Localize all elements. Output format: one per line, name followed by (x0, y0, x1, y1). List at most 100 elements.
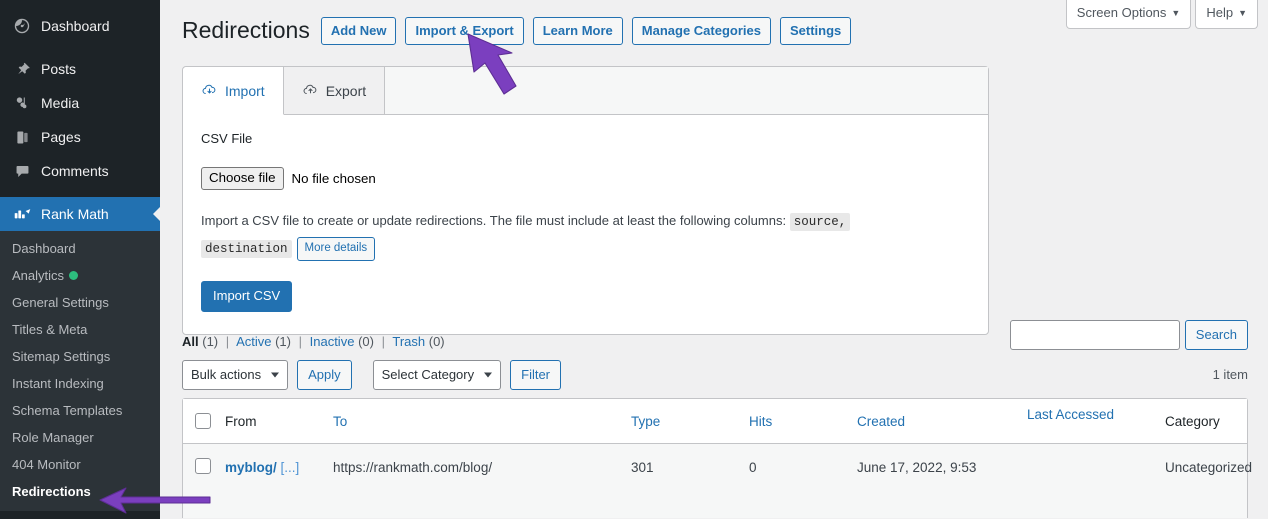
submenu-label: Titles & Meta (12, 322, 88, 337)
sidebar-item-comments[interactable]: Comments (0, 154, 160, 188)
cell-category: Uncategorized (1165, 460, 1253, 475)
main-content: Screen Options ▼ Help ▼ Redirections Add N… (160, 0, 1268, 519)
submenu-label: Schema Templates (12, 403, 123, 418)
manage-categories-button[interactable]: Manage Categories (631, 16, 771, 45)
sidebar-item-label: Posts (41, 61, 77, 77)
status-link-active[interactable]: Active (236, 334, 271, 349)
column-label: Hits (749, 413, 773, 429)
row-checkbox[interactable] (194, 458, 211, 474)
select-all-checkbox[interactable] (194, 413, 211, 429)
search-input[interactable] (1009, 320, 1180, 350)
sidebar-item-label: Rank Math (41, 206, 109, 222)
help-text-body: Import a CSV file to create or update re… (201, 213, 787, 228)
status-separator: | (381, 334, 385, 349)
column-header-created[interactable]: Created (851, 412, 1021, 431)
csv-file-label: CSV File (201, 131, 253, 146)
app-root: Dashboard Posts Media Pages Comments Ran… (0, 0, 1268, 519)
chevron-down-icon: ▼ (1171, 8, 1181, 18)
column-header-last-accessed[interactable]: Last Accessed (1021, 407, 1159, 431)
screen-options-button[interactable]: Screen Options ▼ (1065, 0, 1192, 29)
import-csv-button[interactable]: Import CSV (201, 281, 293, 312)
sidebar-item-sitemap-settings[interactable]: Sitemap Settings (0, 343, 160, 370)
page-header: Redirections Add New Import & Export Lea… (182, 16, 860, 45)
sidebar-item-analytics[interactable]: Analytics (0, 262, 160, 289)
column-label: Category (1165, 413, 1220, 429)
table-navigation: Bulk actions Apply Select Category Filte… (182, 360, 562, 390)
search-button[interactable]: Search (1184, 320, 1248, 350)
tab-import[interactable]: Import (183, 67, 284, 115)
page-title: Redirections (182, 17, 310, 43)
apply-button[interactable]: Apply (297, 360, 352, 390)
cloud-upload-icon (302, 82, 319, 99)
row-checkbox-cell[interactable] (183, 458, 219, 474)
submenu-label: Role Manager (12, 430, 94, 445)
column-label: Last Accessed (1027, 406, 1115, 422)
sidebar-item-titles-meta[interactable]: Titles & Meta (0, 316, 160, 343)
learn-more-button[interactable]: Learn More (532, 16, 623, 45)
sidebar-item-404-monitor[interactable]: 404 Monitor (0, 451, 160, 478)
sidebar-item-posts[interactable]: Posts (0, 52, 160, 86)
status-link-inactive[interactable]: Inactive (310, 334, 355, 349)
column-header-hits[interactable]: Hits (743, 412, 851, 431)
sidebar-item-role-manager[interactable]: Role Manager (0, 424, 160, 451)
tab-label: Export (325, 82, 367, 99)
help-button[interactable]: Help ▼ (1195, 0, 1258, 29)
rank-math-icon (12, 204, 32, 224)
redirect-source-link[interactable]: myblog/ (225, 460, 277, 475)
pin-icon (12, 59, 32, 79)
select-all-checkbox-cell[interactable] (183, 413, 219, 429)
chevron-down-icon: ▼ (1238, 8, 1247, 18)
settings-button[interactable]: Settings (779, 16, 852, 45)
chevron-down-icon (484, 372, 493, 378)
submenu-label: Dashboard (12, 241, 76, 256)
status-link-all-count: (1) (202, 334, 219, 349)
choose-file-button[interactable]: Choose file (201, 167, 284, 190)
file-input-row[interactable]: Choose file No file chosen (201, 167, 970, 190)
sidebar-item-general-settings[interactable]: General Settings (0, 289, 160, 316)
import-help-text: Import a CSV file to create or update re… (201, 208, 941, 262)
sidebar-item-redirections[interactable]: Redirections (0, 478, 160, 505)
help-label: Help (1206, 5, 1234, 20)
submenu-label: Sitemap Settings (12, 349, 111, 364)
tabs-filler (385, 67, 988, 114)
sidebar-item-instant-indexing[interactable]: Instant Indexing (0, 370, 160, 397)
more-details-button[interactable]: More details (296, 236, 376, 261)
status-link-all[interactable]: All (182, 334, 199, 349)
column-label: Created (857, 413, 906, 429)
sidebar-item-rank-math[interactable]: Rank Math (0, 197, 160, 231)
redirections-table: From To Type Hits Created Last Accessed (182, 398, 1252, 518)
bulk-actions-select[interactable]: Bulk actions (182, 360, 289, 390)
sidebar-item-schema-templates[interactable]: Schema Templates (0, 397, 160, 424)
redirect-source-more-link[interactable]: [...] (281, 460, 300, 475)
select-category-dropdown[interactable]: Select Category (372, 360, 502, 390)
status-link-inactive-count: (0) (358, 334, 374, 349)
sidebar-item-media[interactable]: Media (0, 86, 160, 120)
screen-options-label: Screen Options (1076, 5, 1167, 20)
cell-type: 301 (631, 460, 654, 475)
code-source: source, (789, 213, 851, 231)
code-destination: destination (201, 240, 292, 258)
cloud-download-icon (201, 82, 218, 99)
status-link-trash[interactable]: Trash (392, 334, 425, 349)
import-export-panel: Import Export CSV File Choose file No fi… (182, 66, 989, 335)
sidebar-top-gap (0, 0, 160, 9)
sidebar-item-dashboard[interactable]: Dashboard (0, 9, 160, 43)
tab-export[interactable]: Export (283, 67, 386, 114)
sidebar-item-pages[interactable]: Pages (0, 120, 160, 154)
panel-tabs: Import Export (183, 67, 988, 115)
cell-created: June 17, 2022, 9:53 (857, 460, 977, 475)
column-header-category: Category (1159, 412, 1268, 431)
cell-to: https://rankmath.com/blog/ (333, 460, 493, 475)
column-header-to[interactable]: To (327, 412, 625, 431)
column-header-type[interactable]: Type (625, 412, 743, 431)
cell-from: myblog/ [...] (219, 458, 327, 477)
sidebar-item-rm-dashboard[interactable]: Dashboard (0, 235, 160, 262)
sidebar-divider-1 (0, 43, 160, 52)
filter-button[interactable]: Filter (510, 360, 562, 390)
add-new-button[interactable]: Add New (320, 16, 397, 45)
cell-hits: 0 (749, 460, 757, 475)
status-link-trash-count: (0) (428, 334, 445, 349)
sidebar-item-label: Dashboard (41, 18, 110, 34)
import-export-button[interactable]: Import & Export (405, 16, 524, 45)
submenu-label: Redirections (12, 484, 91, 499)
